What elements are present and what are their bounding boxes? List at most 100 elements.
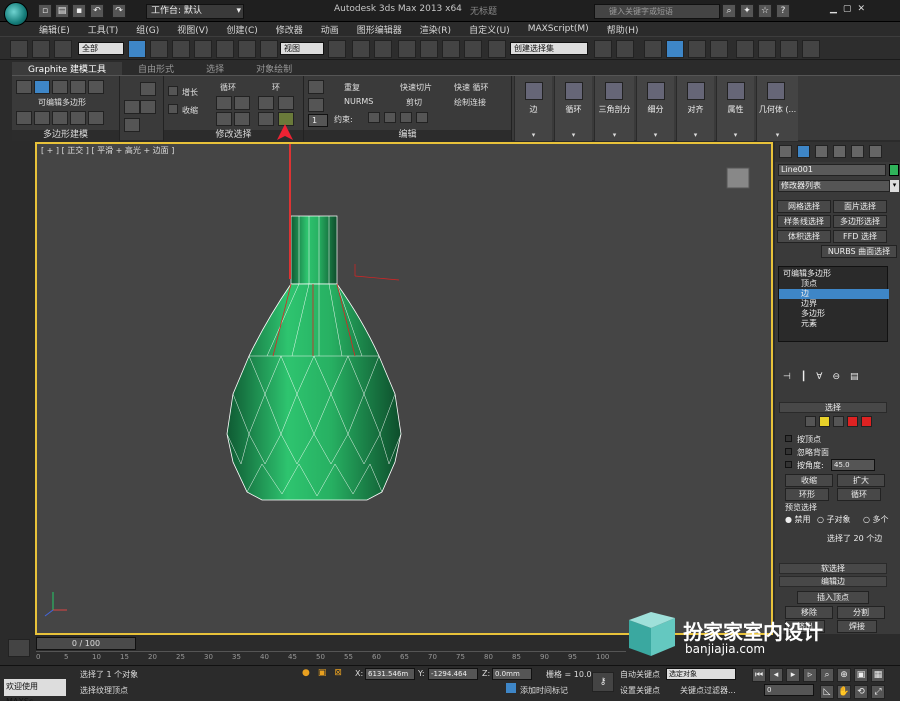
modifier-list-dropdown[interactable]: 修改器列表 — [778, 180, 890, 192]
keyboard-shortcut-icon[interactable] — [374, 40, 392, 58]
named-selection-dropdown[interactable]: 创建选择集 — [510, 42, 588, 55]
selection-filter-dropdown[interactable]: 全部 — [78, 42, 124, 55]
edges-big-button[interactable]: 边 ▾ — [514, 76, 552, 141]
border-mode-icon[interactable] — [52, 80, 68, 94]
vol-select-button[interactable]: 体积选择 — [777, 230, 831, 243]
rectangular-selection-icon[interactable] — [172, 40, 190, 58]
select-by-name-icon[interactable] — [150, 40, 168, 58]
shrink-icon[interactable] — [168, 104, 178, 114]
menu-views[interactable]: 视图(V) — [168, 23, 217, 36]
y-coord-field[interactable]: -1294.464 — [428, 668, 478, 680]
loop-grow-icon[interactable] — [216, 96, 232, 110]
repeat-button[interactable]: 重复 — [344, 82, 360, 93]
ffd-select-button[interactable]: FFD 选择 — [833, 230, 887, 243]
help-icon[interactable]: ? — [776, 4, 790, 18]
unlink-icon[interactable] — [32, 40, 50, 58]
scale-icon[interactable] — [260, 40, 278, 58]
constraint-edge-icon[interactable] — [384, 112, 396, 123]
next-frame-icon[interactable]: ▹ — [803, 668, 817, 682]
x-coord-field[interactable]: 6131.546m — [365, 668, 415, 680]
minimize-icon[interactable]: ▁ — [830, 4, 837, 18]
menu-graph-editors[interactable]: 图形编辑器 — [348, 23, 411, 36]
pin-icon[interactable]: ● — [302, 668, 310, 678]
spinner-snap-icon[interactable] — [464, 40, 482, 58]
show-end-result-icon[interactable] — [34, 111, 50, 125]
insert-vertex-button[interactable]: 插入顶点 — [797, 591, 869, 604]
mini-curve-editor-icon[interactable] — [8, 639, 30, 657]
shrink-button[interactable]: 收缩 — [785, 474, 833, 487]
percent-snap-icon[interactable] — [442, 40, 460, 58]
remove-modifier-icon[interactable] — [70, 111, 86, 125]
key-icon[interactable]: ⚷ — [592, 672, 614, 692]
tab-freeform[interactable]: 自由形式 — [122, 62, 190, 75]
key-filters-button[interactable]: 关键点过滤器... — [680, 685, 736, 696]
loop-label[interactable]: 循环 — [220, 82, 236, 93]
zoom-extents-icon[interactable]: ▣ — [854, 668, 868, 682]
bind-space-warp-icon[interactable] — [54, 40, 72, 58]
preserve-icon[interactable] — [308, 80, 324, 94]
tris-big-button[interactable]: 三角剖分 ▾ — [594, 76, 634, 141]
preview-subobject-radio[interactable]: ○ 子对象 — [817, 514, 851, 525]
search-icon[interactable]: ⌕ — [722, 4, 736, 18]
edit-named-sel-icon[interactable] — [488, 40, 506, 58]
stack-item-editable-poly[interactable]: 可编辑多边形 — [779, 269, 889, 279]
nurms-button[interactable]: NURMS — [344, 97, 373, 106]
edge-level-icon[interactable] — [819, 416, 830, 427]
link-icon[interactable] — [10, 40, 28, 58]
align-icon[interactable] — [616, 40, 634, 58]
make-unique-icon[interactable]: ∀ — [816, 372, 822, 382]
favorites-icon[interactable]: ☆ — [758, 4, 772, 18]
selected-object-dropdown[interactable]: 选定对象 — [666, 668, 736, 680]
redo-icon[interactable]: ↷ — [112, 4, 126, 18]
vertex-level-icon[interactable] — [805, 416, 816, 427]
stack-item-element[interactable]: 元素 — [779, 319, 889, 329]
zoom-all-icon[interactable]: ⊕ — [837, 668, 851, 682]
object-name-field[interactable]: Line001 — [778, 164, 886, 176]
patch-select-button[interactable]: 面片选择 — [833, 200, 887, 213]
new-file-icon[interactable]: ▫ — [38, 4, 52, 18]
preview-multi-radio[interactable]: ○ 多个 — [863, 514, 889, 525]
select-object-icon[interactable] — [128, 40, 146, 58]
z-coord-field[interactable]: 0.0mm — [492, 668, 532, 680]
polygon-level-icon[interactable] — [847, 416, 858, 427]
set-key-button[interactable]: 设置关键点 — [620, 685, 660, 696]
graphite-toggle-icon[interactable] — [666, 40, 684, 58]
prev-frame-icon[interactable]: ◂ — [769, 668, 783, 682]
angle-input[interactable]: 45.0 — [831, 459, 875, 471]
create-tab-icon[interactable] — [779, 145, 792, 158]
quickloop-button[interactable]: 快速 循环 — [454, 82, 489, 93]
by-vertex-checkbox[interactable] — [785, 435, 792, 442]
timeline-ruler[interactable]: 0 5 10 15 20 25 30 35 40 45 50 55 60 65 … — [36, 651, 626, 663]
menu-edit[interactable]: 编辑(E) — [30, 23, 79, 36]
utilities-tab-icon[interactable] — [869, 145, 882, 158]
reference-coordinate-dropdown[interactable]: 视图 — [280, 42, 324, 55]
remove-modifier-icon[interactable]: ⊖ — [832, 372, 840, 382]
time-slider[interactable]: 0 / 100 — [36, 637, 136, 650]
polygon-mode-icon[interactable] — [70, 80, 86, 94]
menu-customize[interactable]: 自定义(U) — [460, 23, 519, 36]
quadify-icon[interactable] — [308, 98, 324, 112]
ring-button[interactable]: 环形 — [785, 488, 829, 501]
border-level-icon[interactable] — [833, 416, 844, 427]
stack-item-vertex[interactable]: 顶点 — [779, 279, 889, 289]
zoom-icon[interactable]: ⌕ — [820, 668, 834, 682]
stack-item-border[interactable]: 边界 — [779, 299, 889, 309]
menu-tools[interactable]: 工具(T) — [79, 23, 128, 36]
subdivide-big-button[interactable]: 细分 ▾ — [636, 76, 674, 141]
menu-modifiers[interactable]: 修改器 — [267, 23, 312, 36]
menu-create[interactable]: 创建(C) — [217, 23, 266, 36]
menu-group[interactable]: 组(G) — [127, 23, 168, 36]
by-angle-checkbox[interactable] — [785, 461, 792, 468]
lock-icon[interactable]: ▣ — [318, 668, 327, 678]
shrink-label[interactable]: 收缩 — [182, 105, 198, 116]
cut-button[interactable]: 剪切 — [406, 97, 422, 108]
perspective-viewport[interactable]: [ + ] [ 正交 ] [ 平滑 + 高光 + 边面 ] — [35, 142, 773, 635]
manipulate-icon[interactable] — [352, 40, 370, 58]
save-icon[interactable]: ▪ — [72, 4, 86, 18]
ring-shrink-icon[interactable] — [278, 96, 294, 110]
stack-item-edge[interactable]: 边 — [779, 289, 889, 299]
nurbs-select-button[interactable]: NURBS 曲面选择 — [821, 245, 897, 258]
schematic-view-icon[interactable] — [710, 40, 728, 58]
preview-disabled-radio[interactable]: ● 禁用 — [785, 514, 811, 525]
menu-rendering[interactable]: 渲染(R) — [411, 23, 460, 36]
